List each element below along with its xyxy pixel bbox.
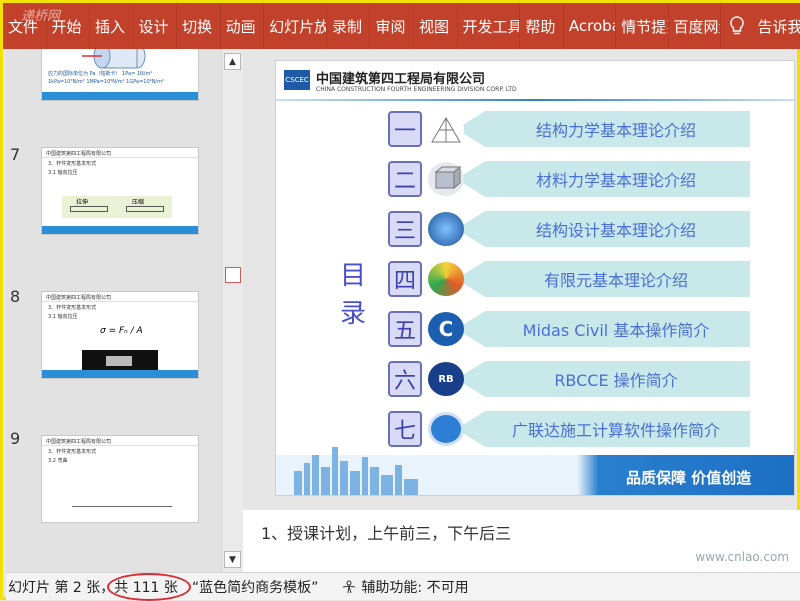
- thumb-footer: [42, 226, 198, 234]
- toc-number: 二: [388, 161, 422, 197]
- tab-baidu-netdisk[interactable]: 百度网盘: [669, 3, 721, 49]
- thumb-label: 压缩: [132, 199, 145, 206]
- thumb-header: 中国建筑第四工程局有限公司: [42, 436, 198, 446]
- toc-number: 三: [388, 211, 422, 247]
- slide-thumbnail-7[interactable]: 中国建筑第四工程局有限公司 3、杆件变形基本形式 3.1 轴向拉压 拉伸 压缩: [41, 147, 199, 235]
- toc-item-3[interactable]: 三 结构设计基本理论介绍: [388, 211, 750, 247]
- fea-mesh-icon: [428, 262, 464, 296]
- toc-title-char: 目: [339, 261, 366, 291]
- thumb-header: 中国建筑第四工程局有限公司: [42, 292, 198, 302]
- watermark-text: www.cnlao.com: [695, 550, 789, 564]
- thumb-text: 3、杆件变形基本形式: [48, 161, 97, 167]
- toc-title-char: 录: [339, 299, 366, 329]
- tab-view[interactable]: 视图: [414, 3, 458, 49]
- accessibility-label: 辅助功能: 不可用: [361, 579, 469, 596]
- toc-label: 材料力学基本理论介绍: [456, 161, 750, 197]
- tab-transitions[interactable]: 切换: [177, 3, 221, 49]
- slide-number-8: 8: [10, 287, 21, 306]
- thumb-header: 中国建筑第四工程局有限公司: [42, 148, 198, 158]
- midas-civil-icon: C: [428, 312, 464, 346]
- truss-icon: [428, 112, 464, 146]
- notes-pane[interactable]: 1、授课计划，上午前三，下午后三 www.cnlao.com: [243, 510, 800, 572]
- thumbnail-scrollbar[interactable]: ▲ ▼: [221, 49, 243, 572]
- tab-animations[interactable]: 动画: [221, 3, 265, 49]
- thumb-text: 3、杆件变形基本形式: [48, 305, 97, 311]
- toc-label: 有限元基本理论介绍: [456, 261, 750, 297]
- thumb-label: 拉伸: [76, 199, 89, 206]
- header-divider: [276, 99, 794, 101]
- thumb-footer: [42, 92, 198, 100]
- thumb-figure: 拉伸 压缩: [62, 196, 172, 218]
- toc-number: 一: [388, 111, 422, 147]
- tab-slideshow[interactable]: 幻灯片放映: [264, 3, 327, 49]
- slide-thumbnail-9[interactable]: 中国建筑第四工程局有限公司 3、杆件变形基本形式 3.2 弯曲: [41, 435, 199, 523]
- slide-thumbnail-6[interactable]: 应力的国际单位为 Pa（帕斯卡） 1Pa= 1N/m² 1kPa=10³N/m²…: [41, 49, 199, 101]
- toc-title: 目 录: [338, 257, 368, 333]
- company-name: 中国建筑第四工程局有限公司: [316, 72, 486, 87]
- toc-item-2[interactable]: 二 材料力学基本理论介绍: [388, 161, 750, 197]
- toc-label: RBCCE 操作简介: [456, 361, 750, 397]
- scroll-down-button[interactable]: ▼: [224, 551, 241, 568]
- slide-thumbnail-pane[interactable]: 应力的国际单位为 Pa（帕斯卡） 1Pa= 1N/m² 1kPa=10³N/m²…: [6, 49, 220, 572]
- city-skyline-icon: [294, 447, 418, 495]
- tab-acrobat[interactable]: Acrobat: [564, 3, 617, 49]
- toc-number: 六: [388, 361, 422, 397]
- tab-review[interactable]: 审阅: [370, 3, 414, 49]
- thumb-text: 3.1 轴向拉压: [48, 170, 78, 176]
- thumb-text: 3.1 轴向拉压: [48, 314, 78, 320]
- toc-number: 五: [388, 311, 422, 347]
- tab-insert[interactable]: 插入: [90, 3, 134, 49]
- slide-number-7: 7: [10, 145, 21, 164]
- tab-record[interactable]: 录制: [327, 3, 371, 49]
- thumb-formula: σ = Fₙ / A: [100, 326, 143, 336]
- company-logo: CSCEC: [284, 70, 310, 90]
- slogan: 品质保障 价值创造: [626, 469, 752, 487]
- template-name: “蓝色简约商务模板”: [191, 579, 319, 596]
- thumb-text: 1kPa=10³N/m² 1MPa=10⁶N/m² 1GPa=10⁹N/m²: [48, 79, 164, 85]
- toc-label: 广联达施工计算软件操作简介: [456, 411, 750, 447]
- toc-item-1[interactable]: 一 结构力学基本理论介绍: [388, 111, 750, 147]
- toc-item-6[interactable]: 六 RBCCE 操作简介 RB: [388, 361, 750, 397]
- slide-number-9: 9: [10, 429, 21, 448]
- stadium-icon: [428, 212, 464, 246]
- thumb-footer: [42, 370, 198, 378]
- lightbulb-icon[interactable]: [721, 3, 753, 49]
- toc-label: 结构设计基本理论介绍: [456, 211, 750, 247]
- ribbon-tab-bar: 文件 开始 插入 设计 切换 动画 幻灯片放映 录制 审阅 视图 开发工具 帮助…: [3, 3, 800, 49]
- window-frame: 文件 开始 插入 设计 切换 动画 幻灯片放映 录制 审阅 视图 开发工具 帮助…: [0, 0, 800, 601]
- scroll-up-button[interactable]: ▲: [224, 53, 241, 70]
- material-block-icon: [428, 162, 464, 196]
- thumb-figure: [82, 350, 158, 372]
- thumb-text: 应力的国际单位为 Pa（帕斯卡） 1Pa= 1N/m²: [48, 71, 153, 77]
- thumb-figure: [72, 506, 172, 507]
- tab-help[interactable]: 帮助: [520, 3, 564, 49]
- thumb-text: 3.2 弯曲: [48, 458, 68, 464]
- scroll-thumb[interactable]: [225, 267, 241, 283]
- toc-item-5[interactable]: 五 Midas Civil 基本操作简介 C: [388, 311, 750, 347]
- notes-text[interactable]: 1、授课计划，上午前三，下午后三: [261, 520, 511, 544]
- company-name-en: CHINA CONSTRUCTION FOURTH ENGINEERING DI…: [316, 86, 517, 93]
- slide-thumbnail-8[interactable]: 中国建筑第四工程局有限公司 3、杆件变形基本形式 3.1 轴向拉压 σ = Fₙ…: [41, 291, 199, 379]
- toc-label: 结构力学基本理论介绍: [456, 111, 750, 147]
- accessibility-icon: [343, 580, 356, 593]
- thumb-text: 3、杆件变形基本形式: [48, 449, 97, 455]
- highlight-circle: [107, 573, 191, 601]
- tab-developer[interactable]: 开发工具: [458, 3, 521, 49]
- tell-me-box[interactable]: 告诉我: [752, 3, 800, 49]
- watermark-logo: 递桥网: [21, 9, 61, 24]
- accessibility-status[interactable]: 辅助功能: 不可用: [340, 577, 469, 597]
- toc-number: 四: [388, 261, 422, 297]
- slide-canvas[interactable]: CSCEC 中国建筑第四工程局有限公司 CHINA CONSTRUCTION F…: [275, 60, 795, 496]
- rbcce-icon: RB: [428, 362, 464, 396]
- tab-storyboard[interactable]: 情节提要: [616, 3, 669, 49]
- toc-label: Midas Civil 基本操作简介: [456, 311, 750, 347]
- toc-item-4[interactable]: 四 有限元基本理论介绍: [388, 261, 750, 297]
- tab-design[interactable]: 设计: [134, 3, 178, 49]
